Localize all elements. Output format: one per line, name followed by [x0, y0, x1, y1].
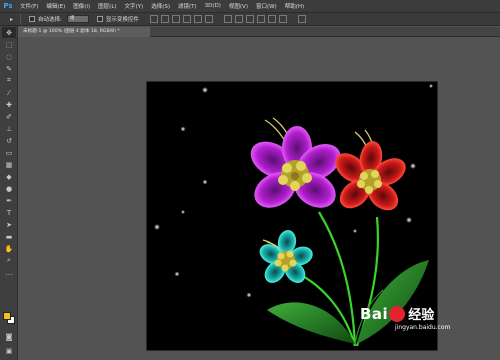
document-tab-bar: 未标题-1 @ 100% (图层 4 副本 18, RGB/8) * — [18, 27, 500, 37]
align-top-icon[interactable] — [149, 15, 158, 23]
clone-stamp-tool-icon[interactable]: ⊥ — [2, 123, 16, 134]
align-hcenter-icon[interactable] — [193, 15, 202, 23]
auto-select-dropdown[interactable]: 组 — [66, 15, 89, 23]
auto-select-checkbox[interactable] — [29, 16, 35, 22]
menu-bar: Ps 文件(F) 编辑(E) 图像(I) 图层(L) 文字(Y) 选择(S) 滤… — [0, 0, 500, 12]
screen-mode-icon[interactable]: ▣ — [2, 345, 16, 356]
menu-help[interactable]: 帮助(H) — [285, 2, 304, 10]
menu-edit[interactable]: 编辑(E) — [46, 2, 65, 10]
baidu-watermark: Bai 经验 — [360, 304, 435, 324]
zoom-tool-icon[interactable]: ⌕ — [2, 255, 16, 266]
menu-view[interactable]: 视图(V) — [229, 2, 248, 10]
distribute-vcenter-icon[interactable] — [234, 15, 243, 23]
menu-type[interactable]: 文字(Y) — [125, 2, 144, 10]
eraser-tool-icon[interactable]: ▭ — [2, 147, 16, 158]
healing-brush-tool-icon[interactable]: ✚ — [2, 99, 16, 110]
pen-tool-icon[interactable]: ✒ — [2, 195, 16, 206]
purple-flower — [250, 126, 341, 208]
menu-window[interactable]: 窗口(W) — [256, 2, 277, 10]
lasso-tool-icon[interactable]: ◌ — [2, 51, 16, 62]
crop-tool-icon[interactable]: ⌗ — [2, 75, 16, 86]
hand-tool-icon[interactable]: ✋ — [2, 243, 16, 254]
shape-tool-icon[interactable]: ▬ — [2, 231, 16, 242]
distribute-left-icon[interactable] — [256, 15, 265, 23]
menu-layer[interactable]: 图层(L) — [98, 2, 116, 10]
red-flower — [335, 141, 406, 211]
blur-tool-icon[interactable]: ◆ — [2, 171, 16, 182]
watermark-brand-left: Bai — [360, 304, 389, 323]
brush-tool-icon[interactable]: ✐ — [2, 111, 16, 122]
photoshop-logo: Ps — [3, 2, 13, 10]
distribute-hcenter-icon[interactable] — [267, 15, 276, 23]
menu-select[interactable]: 选择(S) — [151, 2, 170, 10]
align-left-icon[interactable] — [182, 15, 191, 23]
distribute-top-icon[interactable] — [223, 15, 232, 23]
auto-select-label: 自动选择: — [38, 17, 62, 23]
type-tool-icon[interactable]: T — [2, 207, 16, 218]
align-vcenter-icon[interactable] — [160, 15, 169, 23]
show-transform-checkbox[interactable] — [96, 16, 103, 22]
quick-mask-icon[interactable]: ◙ — [2, 331, 16, 342]
tools-panel: ✥ ⬚ ◌ ✎ ⌗ ⁄ ✚ ✐ ⊥ ↺ ▭ ▦ ◆ ● ✒ T ➤ ▬ ✋ ⌕ … — [0, 26, 18, 360]
move-tool-icon[interactable]: ✥ — [2, 27, 16, 38]
move-arrow-icon: ▸ — [9, 15, 13, 23]
menu-file[interactable]: 文件(F) — [20, 2, 38, 10]
menu-3d[interactable]: 3D(D) — [205, 3, 221, 9]
history-brush-tool-icon[interactable]: ↺ — [2, 135, 16, 146]
gradient-tool-icon[interactable]: ▦ — [2, 159, 16, 170]
align-right-icon[interactable] — [204, 15, 213, 23]
options-bar: ▸ 自动选择: 组 显示变换控件 — [0, 12, 500, 26]
auto-align-icon[interactable] — [297, 15, 306, 23]
menu-image[interactable]: 图像(I) — [73, 2, 90, 10]
watermark-brand-right: 经验 — [408, 308, 435, 323]
more-tools-icon[interactable]: … — [2, 267, 16, 278]
baidu-paw-icon — [389, 305, 406, 322]
photoshop-window: Ps 文件(F) 编辑(E) 图像(I) 图层(L) 文字(Y) 选择(S) 滤… — [0, 0, 500, 360]
dodge-tool-icon[interactable]: ● — [2, 183, 16, 194]
menu-filter[interactable]: 滤镜(T) — [178, 2, 197, 10]
eyedropper-tool-icon[interactable]: ⁄ — [2, 87, 16, 98]
quick-select-tool-icon[interactable]: ✎ — [2, 63, 16, 74]
show-transform-label: 显示变换控件 — [105, 17, 139, 23]
move-tool-preset-icon[interactable]: ▸ — [3, 14, 21, 24]
distribute-right-icon[interactable] — [278, 15, 287, 23]
document-tab[interactable]: 未标题-1 @ 100% (图层 4 副本 18, RGB/8) * — [18, 27, 150, 37]
foreground-color-swatch[interactable] — [3, 312, 11, 320]
path-select-tool-icon[interactable]: ➤ — [2, 219, 16, 230]
marquee-tool-icon[interactable]: ⬚ — [2, 39, 16, 50]
align-bottom-icon[interactable] — [171, 15, 180, 23]
distribute-bottom-icon[interactable] — [245, 15, 254, 23]
watermark-url: jingyan.baidu.com — [395, 324, 451, 331]
